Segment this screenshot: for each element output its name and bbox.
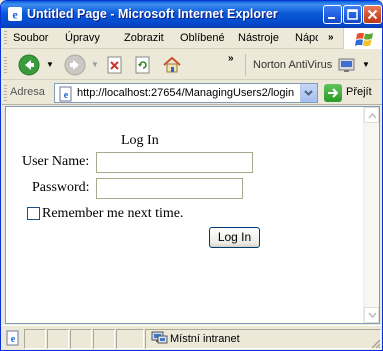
go-arrow-icon: [328, 88, 339, 98]
scroll-down-icon: [368, 312, 377, 319]
norton-antivirus-label[interactable]: Norton AntiVirus: [253, 59, 332, 71]
status-cell: [70, 329, 92, 349]
status-cell: [93, 329, 115, 349]
scroll-up-button[interactable]: [364, 107, 379, 123]
back-button[interactable]: [18, 54, 40, 79]
password-label: Password:: [32, 180, 90, 195]
chevron-down-icon: [304, 90, 313, 96]
back-dropdown-icon[interactable]: ▼: [46, 60, 54, 69]
stop-icon: [107, 56, 122, 74]
home-icon: [163, 56, 181, 73]
svg-text:e: e: [64, 90, 69, 101]
scroll-down-button[interactable]: [364, 307, 379, 323]
remember-me-checkbox[interactable]: [27, 207, 40, 220]
remember-me-label[interactable]: Remember me next time.: [42, 206, 184, 222]
toolbar-grip[interactable]: [4, 31, 7, 46]
windows-logo: [343, 28, 382, 49]
windows-flag-icon: [355, 32, 373, 47]
menu-edit[interactable]: Úpravy: [65, 32, 100, 44]
intranet-zone-icon: [151, 331, 168, 344]
status-bar: e Místní intranet: [2, 325, 382, 350]
toolbar-grip[interactable]: [4, 57, 7, 74]
address-dropdown-button[interactable]: [300, 84, 317, 102]
login-button[interactable]: Log In: [209, 227, 260, 248]
svg-text:e: e: [11, 334, 16, 345]
forward-icon: [64, 54, 86, 76]
menu-bar: Soubor Úpravy Zobrazit Oblíbené Nástroje…: [2, 28, 343, 49]
address-url[interactable]: http://localhost:27654/ManagingUsers2/lo…: [77, 87, 295, 99]
minimize-icon: [328, 17, 335, 19]
stop-button[interactable]: [106, 56, 124, 77]
go-label[interactable]: Přejít: [346, 86, 372, 98]
username-input[interactable]: [96, 152, 253, 173]
close-button[interactable]: [363, 5, 382, 24]
login-heading: Log In: [121, 133, 159, 148]
back-icon: [18, 54, 40, 76]
standard-toolbar: ▼ ▼ » Norton AntiVirus ▼: [2, 50, 382, 80]
home-button[interactable]: [162, 55, 182, 78]
page-icon: e: [59, 86, 72, 102]
menu-file[interactable]: Soubor: [13, 32, 48, 44]
window-title: Untitled Page - Microsoft Internet Explo…: [27, 7, 278, 21]
password-input[interactable]: [96, 178, 243, 199]
browser-window: e Untitled Page - Microsoft Internet Exp…: [0, 0, 383, 351]
toolbar-overflow-chevron-icon[interactable]: »: [228, 53, 234, 64]
username-label: User Name:: [22, 154, 90, 169]
title-bar[interactable]: e Untitled Page - Microsoft Internet Exp…: [1, 1, 382, 28]
menu-help[interactable]: Nápověda: [295, 32, 318, 44]
page-status-icon: e: [6, 330, 19, 346]
maximize-button[interactable]: [343, 5, 362, 24]
refresh-button[interactable]: [134, 56, 152, 77]
norton-dropdown-icon[interactable]: ▼: [362, 60, 370, 69]
toolbar-divider: [245, 54, 246, 76]
forward-dropdown-icon[interactable]: ▼: [91, 60, 99, 69]
ie-logo-icon: e: [8, 7, 22, 22]
address-input[interactable]: e http://localhost:27654/ManagingUsers2/…: [54, 83, 318, 103]
menu-view[interactable]: Zobrazit: [124, 32, 164, 44]
maximize-icon: [347, 9, 358, 20]
refresh-icon: [135, 56, 150, 74]
resize-grip-icon[interactable]: [369, 337, 381, 349]
scroll-up-icon: [368, 112, 377, 119]
go-button[interactable]: [324, 84, 342, 102]
forward-button[interactable]: [64, 54, 86, 79]
address-label: Adresa: [10, 86, 45, 98]
minimize-button[interactable]: [323, 5, 342, 24]
vertical-scrollbar[interactable]: [363, 107, 379, 323]
status-cell: [116, 329, 144, 349]
menu-tools[interactable]: Nástroje: [238, 32, 279, 44]
status-cell: [24, 329, 46, 349]
norton-button[interactable]: [338, 56, 356, 77]
norton-icon: [338, 58, 355, 72]
security-zone-label: Místní intranet: [170, 333, 240, 345]
page-content: Log In User Name: Password: Remember me …: [5, 106, 380, 324]
address-bar: Adresa e http://localhost:27654/Managing…: [2, 81, 382, 105]
toolbar-grip[interactable]: [4, 85, 7, 101]
svg-text:e: e: [12, 8, 18, 22]
close-icon: [367, 9, 378, 20]
menu-overflow-chevron-icon[interactable]: »: [328, 32, 334, 43]
status-cell: [47, 329, 69, 349]
menu-favorites[interactable]: Oblíbené: [180, 32, 225, 44]
